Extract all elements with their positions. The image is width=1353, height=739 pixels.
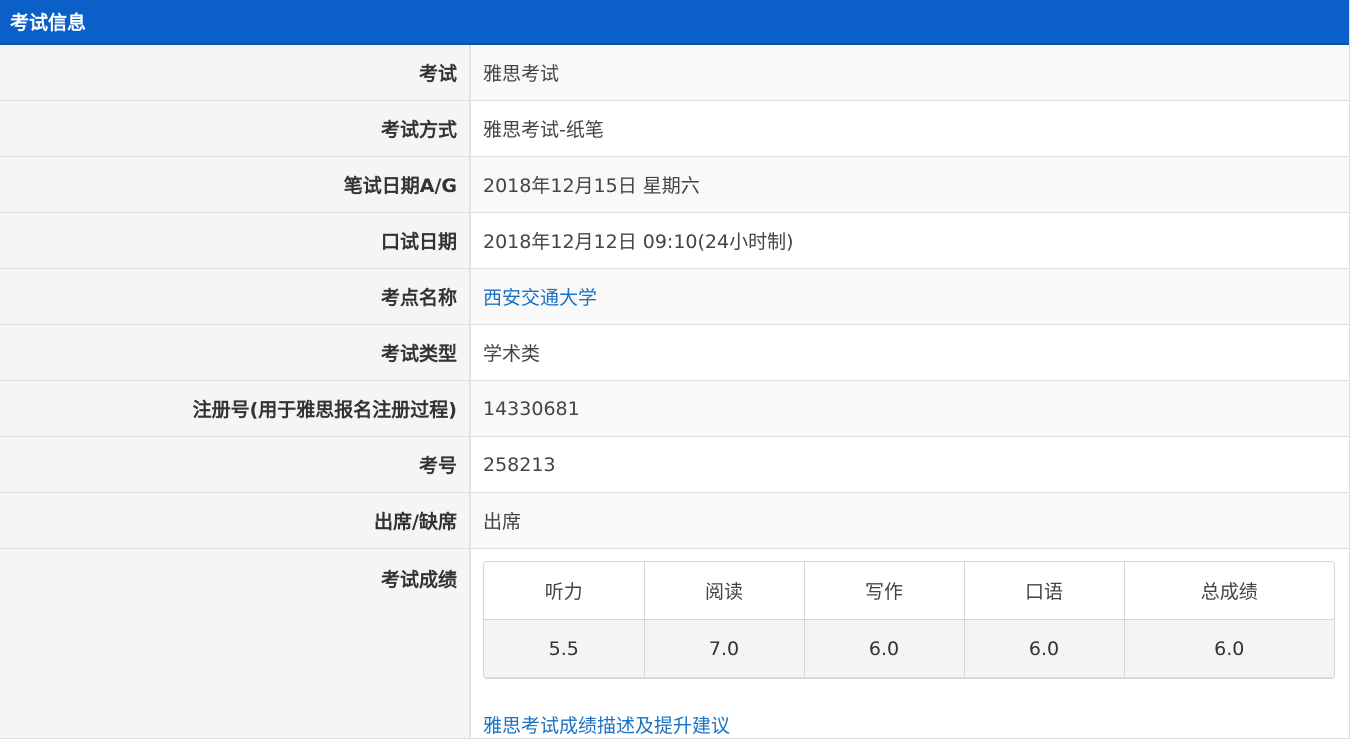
score-listening: 5.5 [484, 619, 645, 678]
score-overall: 6.0 [1124, 619, 1334, 678]
score-reading: 7.0 [644, 619, 805, 678]
score-advice-link[interactable]: 雅思考试成绩描述及提升建议 [483, 715, 730, 737]
row-exam-type: 考试类型 学术类 [0, 324, 1349, 381]
score-header-writing: 写作 [804, 562, 965, 620]
row-value: 雅思考试 [470, 45, 1349, 101]
row-label: 考试 [0, 45, 471, 101]
row-test-center: 考点名称 西安交通大学 [0, 268, 1349, 325]
row-label: 考点名称 [0, 268, 471, 325]
row-label: 注册号(用于雅思报名注册过程) [0, 380, 471, 437]
row-value: 西安交通大学 [470, 268, 1349, 325]
score-header-overall: 总成绩 [1124, 562, 1334, 620]
scores-cell: 听力 阅读 写作 口语 总成绩 5.5 7.0 6.0 6.0 6.0 雅思考试… [470, 548, 1349, 739]
row-value: 雅思考试-纸笔 [470, 100, 1349, 157]
row-value: 出席 [470, 492, 1349, 549]
row-scores: 考试成绩 听力 阅读 写作 口语 总成绩 5.5 7.0 6.0 6.0 6.0… [0, 548, 1349, 739]
exam-info-panel: 考试信息 考试 雅思考试 考试方式 雅思考试-纸笔 笔试日期A/G 2018年1… [0, 0, 1350, 739]
row-exam-mode: 考试方式 雅思考试-纸笔 [0, 100, 1349, 157]
row-attendance: 出席/缺席 出席 [0, 492, 1349, 549]
row-value: 14330681 [470, 380, 1349, 437]
row-label: 出席/缺席 [0, 492, 471, 549]
row-label: 考号 [0, 436, 471, 493]
row-label: 考试方式 [0, 100, 471, 157]
row-label: 考试成绩 [0, 548, 471, 739]
row-written-date: 笔试日期A/G 2018年12月15日 星期六 [0, 156, 1349, 213]
row-exam: 考试 雅思考试 [0, 45, 1349, 101]
score-header-row: 听力 阅读 写作 口语 总成绩 [484, 562, 1334, 620]
exam-info-table: 考试 雅思考试 考试方式 雅思考试-纸笔 笔试日期A/G 2018年12月15日… [0, 45, 1349, 739]
row-label: 口试日期 [0, 212, 471, 269]
score-value-row: 5.5 7.0 6.0 6.0 6.0 [484, 619, 1334, 678]
row-label: 考试类型 [0, 324, 471, 381]
row-label: 笔试日期A/G [0, 156, 471, 213]
row-value: 2018年12月12日 09:10(24小时制) [470, 212, 1349, 269]
row-value: 258213 [470, 436, 1349, 493]
row-value: 2018年12月15日 星期六 [470, 156, 1349, 213]
row-value: 学术类 [470, 324, 1349, 381]
score-speaking: 6.0 [964, 619, 1125, 678]
score-header-reading: 阅读 [644, 562, 805, 620]
row-candidate-number: 考号 258213 [0, 436, 1349, 493]
score-header-speaking: 口语 [964, 562, 1125, 620]
score-table: 听力 阅读 写作 口语 总成绩 5.5 7.0 6.0 6.0 6.0 [483, 561, 1335, 679]
row-speaking-date: 口试日期 2018年12月12日 09:10(24小时制) [0, 212, 1349, 269]
test-center-link[interactable]: 西安交通大学 [483, 287, 597, 309]
score-header-listening: 听力 [484, 562, 645, 620]
score-writing: 6.0 [804, 619, 965, 678]
row-registration-number: 注册号(用于雅思报名注册过程) 14330681 [0, 380, 1349, 437]
panel-title: 考试信息 [0, 0, 1349, 45]
